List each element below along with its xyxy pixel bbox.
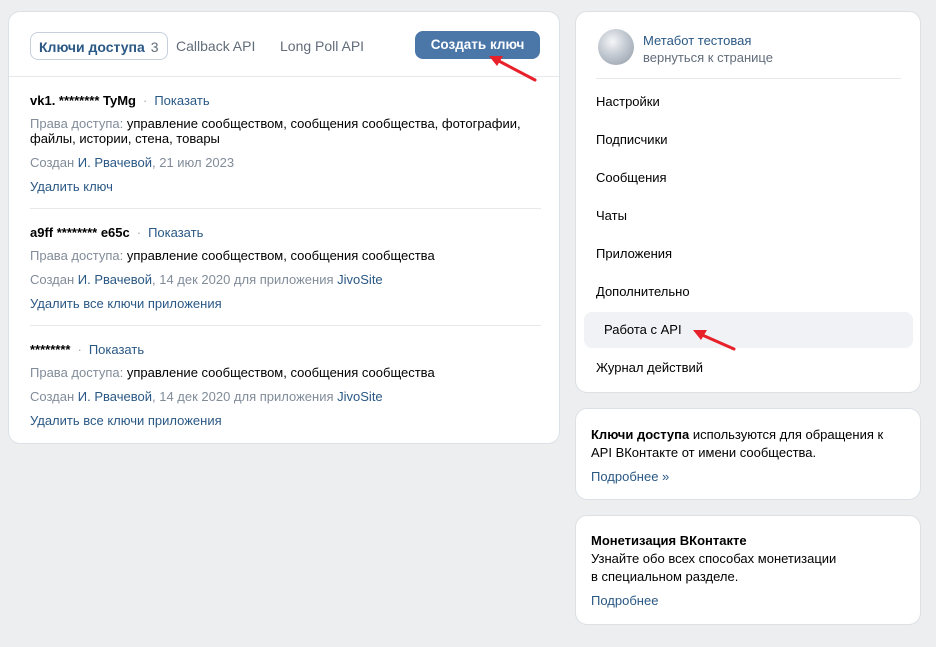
rights-label: Права доступа: [30, 248, 124, 263]
monetization-more-link[interactable]: Подробнее [591, 592, 658, 610]
side-menu: Метабот тестовая вернуться к странице На… [575, 11, 921, 393]
divider [596, 78, 901, 79]
rights-label: Права доступа: [30, 116, 124, 131]
creator-link[interactable]: И. Рвачевой [78, 155, 152, 170]
tabs-bar: Ключи доступа 3 Callback API Long Poll AP… [9, 12, 559, 77]
key-name: vk1. ******** TyMg [30, 93, 136, 108]
rights-value: управление сообществом, сообщения сообще… [126, 248, 435, 263]
created-info: Создан И. Рвачевой, 21 июл 2023 [30, 155, 235, 170]
annotation-arrow-icon [489, 56, 537, 82]
rights-value: управление сообществом, сообщения сообще… [126, 365, 435, 380]
tab-callback-api[interactable]: Callback API [176, 32, 255, 60]
tab-access-keys[interactable]: Ключи доступа 3 [30, 32, 168, 60]
back-to-page-link[interactable]: вернуться к странице [643, 50, 773, 65]
app-link[interactable]: JivoSite [337, 389, 383, 404]
menu-item-messages[interactable]: Сообщения [596, 168, 667, 188]
access-keys-card: Ключи доступа 3 Callback API Long Poll AP… [8, 11, 560, 444]
created-info: Создан И. Рвачевой, 14 дек 2020 для прил… [30, 272, 383, 287]
avatar[interactable] [598, 29, 634, 65]
tab-long-poll-api[interactable]: Long Poll API [280, 32, 364, 60]
menu-item-apps[interactable]: Приложения [596, 244, 672, 264]
delete-app-keys-link[interactable]: Удалить все ключи приложения [30, 296, 222, 311]
info-line-1: Ключи доступа используются для обращения… [591, 427, 884, 442]
key-header: ******** · Показать [30, 342, 145, 357]
monetization-line-2: в специальном разделе. [591, 569, 739, 584]
creator-link[interactable]: И. Рвачевой [78, 272, 152, 287]
key-name: a9ff ******** e65c [30, 225, 130, 240]
key-header: vk1. ******** TyMg · Показать [30, 93, 210, 108]
tab-access-keys-label: Ключи доступа [39, 39, 145, 55]
show-key-link[interactable]: Показать [154, 93, 209, 108]
delete-key-link[interactable]: Удалить ключ [30, 179, 113, 194]
show-key-link[interactable]: Показать [89, 342, 144, 357]
monetization-card: Монетизация ВКонтакте Узнайте обо всех с… [575, 515, 921, 625]
tab-access-keys-count: 3 [150, 39, 159, 55]
menu-item-settings[interactable]: Настройки [596, 92, 660, 112]
community-name-link[interactable]: Метабот тестовая [643, 33, 751, 48]
monetization-title: Монетизация ВКонтакте [591, 533, 747, 548]
info-line-2: API ВКонтакте от имени сообщества. [591, 445, 817, 460]
delete-app-keys-link[interactable]: Удалить все ключи приложения [30, 413, 222, 428]
rights-value-continued: файлы, истории, стена, товары [30, 131, 220, 146]
menu-item-chats[interactable]: Чаты [596, 206, 627, 226]
info-bold: Ключи доступа [591, 427, 690, 442]
menu-item-api[interactable]: Работа с API [584, 312, 913, 348]
menu-item-additional[interactable]: Дополнительно [596, 282, 690, 302]
show-key-link[interactable]: Показать [148, 225, 203, 240]
divider [30, 208, 541, 209]
menu-item-subscribers[interactable]: Подписчики [596, 130, 668, 150]
rights-label: Права доступа: [30, 365, 124, 380]
access-keys-info-card: Ключи доступа используются для обращения… [575, 408, 921, 500]
info-more-link[interactable]: Подробнее » [591, 468, 669, 486]
annotation-arrow-icon [693, 330, 736, 351]
creator-link[interactable]: И. Рвачевой [78, 389, 152, 404]
monetization-line-1: Узнайте обо всех способах монетизации [591, 551, 837, 566]
divider [30, 325, 541, 326]
key-header: a9ff ******** e65c · Показать [30, 225, 204, 240]
menu-item-action-log[interactable]: Журнал действий [596, 358, 703, 378]
created-info: Создан И. Рвачевой, 14 дек 2020 для прил… [30, 389, 383, 404]
rights-value: управление сообществом, сообщения сообще… [126, 116, 521, 131]
key-name: ******** [30, 342, 71, 357]
app-link[interactable]: JivoSite [337, 272, 383, 287]
